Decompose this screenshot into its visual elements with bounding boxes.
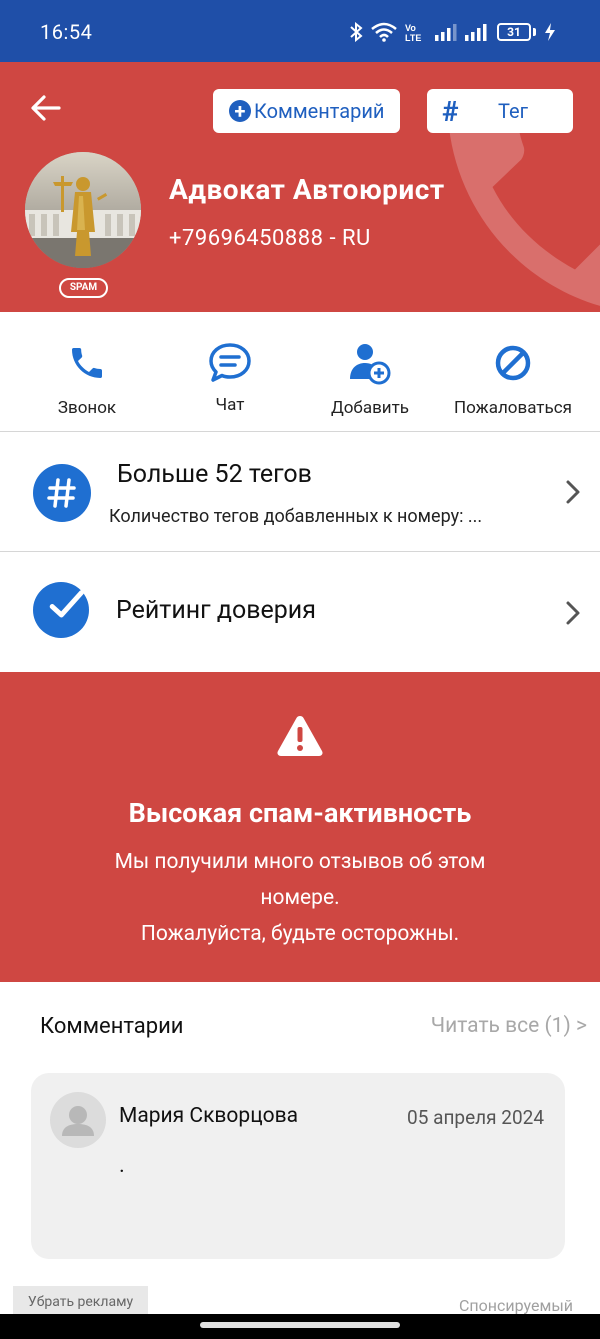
tags-row[interactable]: Больше 52 тегов Количество тегов добавле… — [0, 432, 600, 552]
checkmark-icon — [33, 582, 89, 638]
charging-icon — [545, 23, 555, 41]
comments-header: Комментарии — [40, 1014, 184, 1039]
warning-icon — [277, 716, 323, 756]
spam-warning-text: Мы получили много отзывов об этом номере… — [0, 844, 600, 952]
volte-icon: VoLTE — [405, 23, 421, 42]
bluetooth-icon — [350, 22, 363, 42]
status-icons: Vo LTE 31 — [349, 22, 556, 42]
trust-rating-title: Рейтинг доверия — [116, 596, 316, 625]
add-tag-button[interactable]: # Тег — [427, 89, 573, 133]
spam-badge: SPAM — [59, 278, 108, 298]
contact-name: Адвокат Автоюрист — [169, 173, 445, 206]
themis-statue-image — [25, 152, 141, 268]
comment-author: Мария Скворцова — [119, 1104, 299, 1128]
comment-date: 05 апреля 2024 — [407, 1106, 544, 1129]
spam-warning-panel: Высокая спам-активность Мы получили мног… — [0, 672, 600, 982]
report-action[interactable]: Пожаловаться — [443, 338, 583, 418]
home-gesture-handle[interactable] — [200, 1322, 400, 1328]
block-icon — [495, 345, 531, 381]
spam-warning-line-1: Мы получили много отзывов об этом — [114, 850, 486, 874]
add-contact-action-label: Добавить — [330, 398, 410, 418]
chat-action-label: Чат — [215, 395, 245, 415]
status-bar: 16:54 Vo LTE 31 — [0, 0, 600, 62]
chat-action[interactable]: Чат — [160, 338, 300, 415]
status-time: 16:54 — [40, 20, 93, 44]
add-tag-label: Тег — [498, 99, 528, 123]
signal-1-icon — [435, 24, 457, 41]
add-contact-icon — [350, 344, 391, 385]
battery-icon: 31 — [497, 23, 536, 41]
tags-row-subtitle: Количество тегов добавленных к номеру: .… — [109, 506, 483, 527]
call-action[interactable]: Звонок — [17, 338, 157, 418]
chevron-right-icon — [566, 601, 580, 625]
spam-warning-line-2: номере. — [260, 886, 340, 910]
comment-text: . — [119, 1153, 125, 1178]
svg-text:Vo: Vo — [405, 23, 416, 33]
hashtag-icon — [33, 464, 91, 522]
report-action-label: Пожаловаться — [454, 398, 572, 418]
add-comment-label: Комментарий — [254, 99, 385, 123]
trust-rating-row[interactable]: Рейтинг доверия — [0, 552, 600, 672]
signal-2-icon — [465, 24, 487, 41]
read-all-comments-link[interactable]: Читать все (1) > — [431, 1014, 587, 1038]
call-action-label: Звонок — [57, 398, 117, 418]
battery-level: 31 — [497, 23, 531, 41]
svg-text:LTE: LTE — [405, 33, 421, 42]
spam-warning-title: Высокая спам-активность — [128, 797, 472, 829]
comment-card[interactable]: Мария Скворцова 05 апреля 2024 . — [31, 1073, 565, 1259]
wifi-icon — [371, 22, 397, 42]
phone-icon — [72, 348, 102, 378]
contact-avatar — [25, 152, 141, 268]
add-comment-button[interactable]: + Комментарий — [213, 89, 400, 133]
user-avatar-icon — [50, 1092, 106, 1148]
hashtag-icon: # — [442, 95, 459, 128]
action-bar: Звонок Чат Добавить Пожаловаться — [0, 312, 600, 432]
contact-phone: +79696450888 - RU — [169, 226, 371, 251]
chevron-right-icon — [566, 480, 580, 504]
chat-icon — [209, 343, 251, 382]
plus-circle-icon: + — [229, 100, 251, 122]
spam-warning-line-3: Пожалуйста, будьте осторожны. — [140, 922, 460, 946]
sponsored-label: Спонсируемый — [459, 1296, 573, 1315]
tags-row-title: Больше 52 тегов — [117, 460, 312, 489]
contact-header: + Комментарий # Тег SPAM Адвокат Автоюри… — [0, 62, 600, 312]
back-arrow-icon[interactable] — [28, 90, 64, 126]
system-nav-bar — [0, 1314, 600, 1339]
add-contact-action[interactable]: Добавить — [300, 338, 440, 418]
